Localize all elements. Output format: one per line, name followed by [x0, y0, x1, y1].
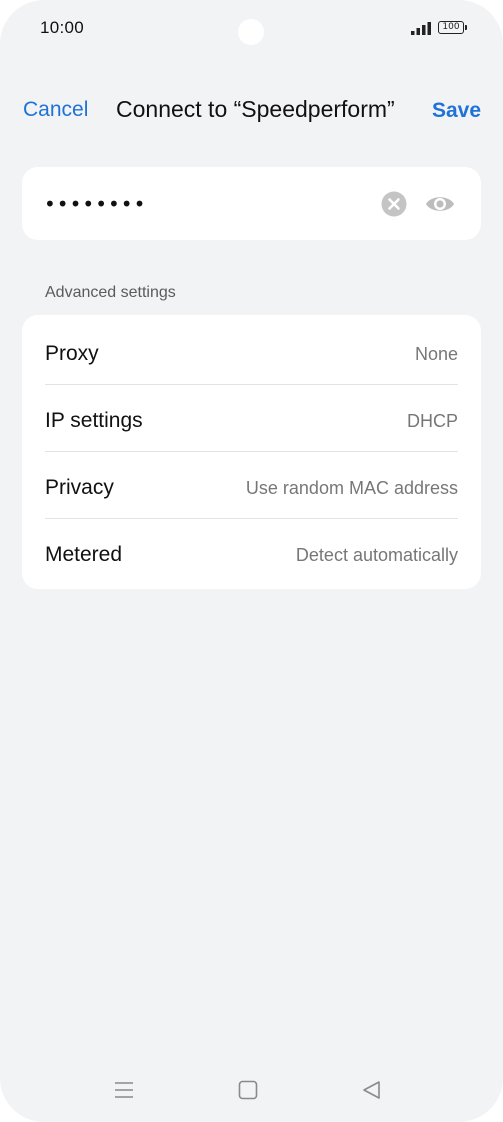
row-label: Metered	[45, 543, 123, 566]
row-value: Use random MAC address	[245, 478, 458, 498]
battery-tip	[465, 25, 467, 30]
password-card	[22, 167, 481, 240]
phone-screen: 10:00 100 Cancel Connect to “Speedperfor…	[0, 0, 503, 1122]
navigation-bar	[0, 1070, 503, 1110]
row-value: Detect automatically	[295, 545, 458, 565]
settings-row-privacy[interactable]: Privacy Use random MAC address	[22, 452, 481, 519]
dialog-header: Cancel Connect to “Speedperform” Save	[0, 92, 503, 132]
status-bar: 10:00 100	[0, 0, 503, 60]
signal-icon	[411, 22, 431, 35]
menu-icon[interactable]	[112, 1078, 136, 1102]
home-icon[interactable]	[236, 1078, 260, 1102]
row-label: Proxy	[45, 342, 99, 365]
back-icon[interactable]	[360, 1078, 384, 1102]
settings-row-metered[interactable]: Metered Detect automatically	[22, 519, 481, 586]
advanced-settings-list: Proxy None IP settings DHCP Privacy Use …	[22, 315, 481, 589]
status-time: 10:00	[40, 18, 85, 37]
front-camera	[238, 19, 264, 45]
advanced-settings-label: Advanced settings	[45, 284, 176, 301]
row-label: IP settings	[45, 409, 143, 432]
row-value: DHCP	[406, 411, 458, 431]
battery-level: 100	[442, 22, 460, 32]
password-input[interactable]	[44, 189, 344, 219]
row-value: None	[414, 344, 458, 364]
battery-icon: 100	[438, 21, 464, 34]
save-button[interactable]: Save	[432, 99, 481, 123]
settings-row-proxy[interactable]: Proxy None	[22, 318, 481, 385]
settings-row-ip-settings[interactable]: IP settings DHCP	[22, 385, 481, 452]
eye-icon[interactable]	[424, 191, 456, 217]
cancel-button[interactable]: Cancel	[23, 98, 88, 122]
clear-circle-icon[interactable]	[381, 191, 407, 217]
row-label: Privacy	[45, 476, 114, 499]
page-title: Connect to “Speedperform”	[116, 96, 395, 122]
